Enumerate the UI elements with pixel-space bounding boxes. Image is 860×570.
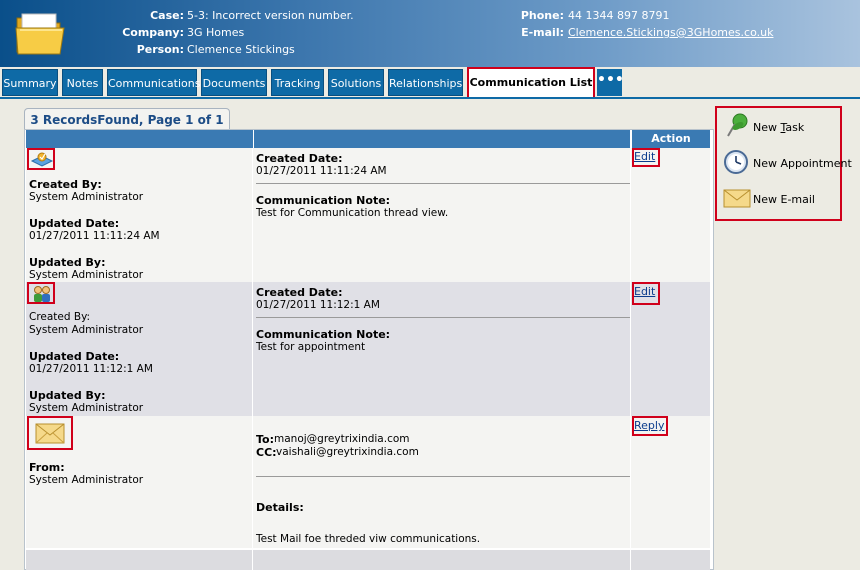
- updated-by-label: Updated By:: [29, 256, 106, 269]
- pushpin-icon: [727, 113, 748, 137]
- case-header: Case: 5-3: Incorrect version number. Com…: [0, 0, 860, 67]
- details-label: Details:: [256, 501, 304, 514]
- new-task-button[interactable]: New Task: [723, 112, 843, 142]
- row-action-cell: Edit: [632, 282, 710, 416]
- communication-grid: Action Created By: System Administrator …: [24, 129, 714, 570]
- updated-by-value: System Administrator: [29, 402, 144, 414]
- row-action-cell: Reply: [632, 416, 710, 548]
- created-by-value: System Administrator: [29, 324, 144, 336]
- edit-link[interactable]: Edit: [634, 285, 655, 298]
- table-row: From: System Administrator To: manoj@gre…: [26, 416, 710, 548]
- row-type-icon-box: [27, 282, 55, 304]
- divider: [256, 476, 630, 477]
- person-value: Clemence Stickings: [187, 43, 295, 56]
- table-row: Created By: System Administrator Updated…: [26, 282, 710, 416]
- records-found-tab: 3 RecordsFound, Page 1 of 1: [24, 108, 230, 130]
- created-by-label: Created By:: [29, 311, 91, 323]
- row-action-cell: Edit: [632, 148, 710, 282]
- created-by-value: System Administrator: [29, 191, 144, 203]
- updated-date-value: 01/27/2011 11:12:1 AM: [29, 363, 153, 375]
- email-link[interactable]: Clemence.Stickings@3GHomes.co.uk: [568, 26, 773, 39]
- tab-communications[interactable]: Communications: [107, 69, 200, 96]
- person-label: Person:: [136, 43, 184, 56]
- from-value: System Administrator: [29, 474, 144, 486]
- tab-tracking[interactable]: Tracking: [271, 69, 324, 96]
- tab-notes[interactable]: Notes: [62, 69, 103, 96]
- created-date-value: 01/27/2011 11:12:1 AM: [256, 299, 380, 311]
- table-row: [26, 550, 710, 570]
- new-actions-panel: New Task New Appointment New E-mail: [715, 106, 852, 221]
- communication-note-label: Communication Note:: [256, 328, 391, 341]
- row-content-cell: Created Date: 01/27/2011 11:12:1 AM Comm…: [254, 282, 631, 416]
- tab-documents[interactable]: Documents: [201, 69, 267, 96]
- email-envelope-icon: [35, 423, 65, 444]
- divider: [256, 317, 630, 318]
- company-value: 3G Homes: [187, 26, 245, 39]
- table-row: Created By: System Administrator Updated…: [26, 148, 710, 282]
- edit-link[interactable]: Edit: [634, 150, 655, 163]
- column-header-action: Action: [632, 130, 710, 148]
- updated-by-label: Updated By:: [29, 389, 106, 402]
- tab-communication-list[interactable]: Communication List: [467, 67, 595, 99]
- updated-date-label: Updated Date:: [29, 217, 120, 230]
- cc-label: CC:: [256, 446, 277, 459]
- from-label: From:: [29, 461, 65, 474]
- new-task-label: New Task: [753, 121, 805, 134]
- tab-underline: [0, 97, 860, 99]
- more-tabs-button[interactable]: •••: [597, 69, 624, 96]
- row-content-cell: To: manoj@greytrixindia.com CC: vaishali…: [254, 416, 631, 548]
- phone-value: 44 1344 897 8791: [568, 9, 670, 22]
- clock-icon: [724, 150, 748, 174]
- new-appointment-label: New Appointment: [753, 157, 852, 170]
- details-value: Test Mail foe threded viw communications…: [256, 533, 481, 545]
- tab-solutions[interactable]: Solutions: [328, 69, 384, 96]
- created-date-label: Created Date:: [256, 152, 343, 165]
- row-action-cell: [632, 550, 710, 570]
- to-label: To:: [256, 433, 274, 446]
- row-content-cell: Created Date: 01/27/2011 11:11:24 AM Com…: [254, 148, 631, 282]
- row-type-icon-box: [27, 148, 55, 170]
- communication-note-value: Test for Communication thread view.: [256, 207, 449, 219]
- email-label: E-mail:: [521, 26, 564, 39]
- row-details-cell: Created By: System Administrator Updated…: [26, 148, 253, 282]
- appointment-people-icon: [34, 286, 50, 302]
- phone-label: Phone:: [520, 9, 564, 22]
- row-details-cell: [26, 550, 253, 570]
- case-label: Case:: [150, 9, 184, 22]
- communication-list-panel: 3 RecordsFound, Page 1 of 1 Action Creat…: [24, 108, 714, 570]
- folder-icon: [15, 13, 65, 55]
- row-details-cell: From: System Administrator: [26, 416, 253, 548]
- new-email-label: New E-mail: [753, 193, 815, 206]
- row-details-cell: Created By: System Administrator Updated…: [26, 282, 253, 416]
- communication-note-value: Test for appointment: [256, 341, 366, 353]
- row-type-icon-box: [27, 416, 73, 450]
- divider: [256, 183, 630, 184]
- updated-date-value: 01/27/2011 11:11:24 AM: [29, 230, 160, 242]
- new-appointment-button[interactable]: New Appointment: [723, 148, 852, 178]
- column-header-2: [254, 130, 630, 148]
- to-value: manoj@greytrixindia.com: [274, 433, 410, 445]
- row-content-cell: [254, 550, 631, 570]
- created-date-label: Created Date:: [256, 286, 343, 299]
- tab-relationships[interactable]: Relationships: [388, 69, 463, 96]
- created-by-label: Created By:: [29, 178, 102, 191]
- updated-by-value: System Administrator: [29, 269, 144, 281]
- cc-value: vaishali@greytrixindia.com: [276, 446, 419, 458]
- tab-summary[interactable]: Summary: [2, 69, 58, 96]
- created-date-value: 01/27/2011 11:11:24 AM: [256, 165, 387, 177]
- task-icon: [30, 152, 54, 167]
- column-header-1: [26, 130, 253, 148]
- email-envelope-icon: [723, 189, 751, 208]
- company-label: Company:: [122, 26, 184, 39]
- updated-date-label: Updated Date:: [29, 350, 120, 363]
- case-value: 5-3: Incorrect version number.: [187, 9, 354, 22]
- new-email-button[interactable]: New E-mail: [723, 184, 843, 214]
- tab-bar: Summary Notes Communications Documents T…: [0, 67, 860, 99]
- reply-link[interactable]: Reply: [634, 419, 664, 432]
- communication-note-label: Communication Note:: [256, 194, 391, 207]
